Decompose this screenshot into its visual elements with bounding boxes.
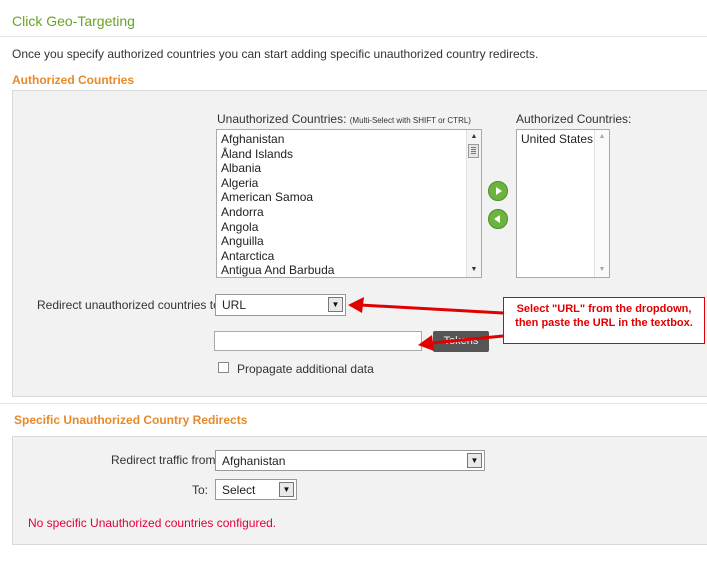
arrow-to-select [359, 303, 504, 315]
arrow-to-textbox [431, 334, 504, 345]
redirect-to-select[interactable]: Select ▼ [215, 479, 297, 500]
arrowhead-select-icon [348, 297, 364, 313]
to-label: To: [192, 483, 209, 497]
empty-redirects-message: No specific Unauthorized countries confi… [28, 516, 277, 530]
redirect-from-label: Redirect traffic from: [111, 453, 219, 467]
arrowhead-textbox-icon [418, 335, 434, 351]
redirect-from-select[interactable]: Afghanistan ▼ [215, 450, 485, 471]
divider [0, 403, 707, 404]
chevron-down-icon: ▼ [279, 482, 294, 497]
chevron-down-icon: ▼ [467, 453, 482, 468]
specific-redirects-heading: Specific Unauthorized Country Redirects [14, 413, 248, 427]
annotation-callout: Select "URL" from the dropdown, then pas… [503, 297, 705, 344]
